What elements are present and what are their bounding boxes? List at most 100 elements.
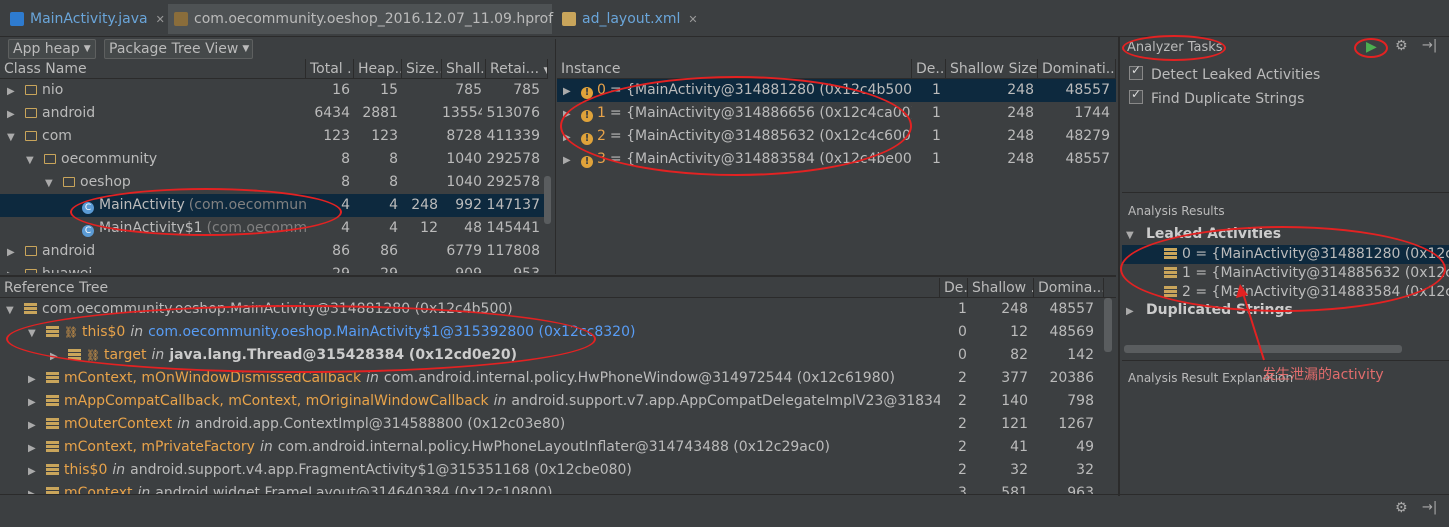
col-size[interactable]: Size... — [402, 59, 442, 79]
tree-row[interactable]: ▶ mContext in android.widget.FrameLayout@31… — [0, 482, 1104, 494]
col-reference-tree[interactable]: Reference Tree — [0, 278, 940, 298]
field-icon — [46, 418, 59, 429]
expand-right-icon[interactable]: ▶ — [1126, 306, 1138, 317]
cell-total: 86 — [332, 243, 350, 259]
hide-panel-icon[interactable]: →| — [1422, 38, 1437, 53]
expand-right-icon[interactable]: ▶ — [28, 368, 40, 390]
chevron-down-icon: ▼ — [83, 44, 91, 54]
expand-right-icon[interactable]: ▶ — [7, 103, 19, 125]
view-dropdown[interactable]: Package Tree View ▼ — [104, 39, 253, 59]
chevron-down-icon: ▼ — [242, 44, 250, 54]
col-dominating[interactable]: Dominati... — [1038, 59, 1116, 79]
close-icon[interactable]: ✕ — [688, 13, 697, 26]
expand-right-icon[interactable]: ▶ — [28, 391, 40, 413]
task-label: Find Duplicate Strings — [1151, 91, 1305, 107]
cell-heap: 4 — [389, 220, 398, 236]
cell-total: 6434 — [314, 105, 350, 121]
col-shallow-size[interactable]: Shallow Size — [946, 59, 1038, 79]
package-folder-icon — [25, 131, 37, 141]
java-file-icon — [10, 12, 24, 26]
cell-retained: 292578 — [486, 151, 540, 167]
cell-shallow: 82 — [1010, 347, 1028, 363]
expand-right-icon[interactable]: ▶ — [28, 437, 40, 459]
in-keyword: in — [366, 370, 379, 386]
checkbox-checked-icon[interactable] — [1129, 63, 1143, 80]
table-row[interactable]: ▼ com 123 123 8728 411339 — [0, 125, 548, 148]
expand-right-icon[interactable]: ▶ — [7, 241, 19, 263]
analysis-results-title: Analysis Results — [1128, 204, 1225, 218]
tree-row[interactable]: ▶ mOuterContext in android.app.ContextImpl@… — [0, 413, 1104, 436]
table-row[interactable]: ▶ huawei 29 29 909 953 — [0, 263, 548, 273]
package-folder-icon — [44, 154, 56, 164]
class-label: oecommunity — [61, 151, 158, 167]
col-heap[interactable]: Heap... — [354, 59, 402, 79]
expand-down-icon[interactable]: ▼ — [26, 149, 38, 171]
expand-right-icon[interactable]: ▶ — [563, 80, 575, 102]
tree-row[interactable]: ▶ this$0 in android.support.v4.app.Fragment… — [0, 459, 1104, 482]
cell-heap: 4 — [389, 197, 398, 213]
cell-dominating: 1744 — [1074, 105, 1110, 121]
heap-dropdown[interactable]: App heap ▼ — [8, 39, 96, 59]
hide-panel-icon[interactable]: →| — [1422, 500, 1437, 515]
cell-retained: 953 — [486, 263, 540, 273]
expand-right-icon[interactable]: ▶ — [28, 414, 40, 436]
in-keyword: in — [137, 485, 151, 494]
reference-tree-scrollbar[interactable] — [1104, 298, 1112, 352]
col-depth[interactable]: De... — [940, 278, 968, 298]
expand-right-icon[interactable]: ▶ — [28, 460, 40, 482]
in-keyword: in — [177, 416, 190, 432]
field-name: mContext, mPrivateFactory — [64, 439, 255, 455]
table-row[interactable]: ▶ android 6434 2881 135541513076 — [0, 102, 548, 125]
task-detect-leaked[interactable]: Detect Leaked Activities — [1129, 63, 1320, 83]
col-shallow[interactable]: Shall... — [442, 59, 486, 79]
tree-row[interactable]: ▶ mAppCompatCallback, mContext, mOriginal… — [0, 390, 1104, 413]
expand-down-icon[interactable]: ▼ — [7, 126, 19, 148]
cell-shallow: 785 — [455, 82, 482, 98]
expand-down-icon[interactable]: ▼ — [6, 299, 18, 321]
in-keyword: in — [493, 393, 507, 409]
package-folder-icon — [25, 246, 37, 256]
expand-down-icon[interactable]: ▼ — [1126, 230, 1138, 241]
divider — [555, 39, 556, 274]
class-label: android — [42, 105, 96, 121]
expand-right-icon[interactable]: ▶ — [563, 149, 575, 171]
class-label: android — [42, 243, 96, 259]
cell-shallow: 248 — [1007, 82, 1034, 98]
cell-total: 29 — [306, 263, 350, 273]
tree-row[interactable]: ▶ mContext, mOnWindowDismissedCallback in c… — [0, 367, 1104, 390]
expand-right-icon[interactable]: ▶ — [7, 80, 19, 102]
col-total[interactable]: Total ... — [306, 59, 354, 79]
close-icon[interactable]: ✕ — [156, 13, 165, 26]
expand-down-icon[interactable]: ▼ — [45, 172, 57, 194]
tab-ad-layout-xml[interactable]: ad_layout.xml ✕ — [556, 4, 698, 34]
tab-hprof[interactable]: com.oecommunity.oeshop_2016.12.07_11.09.… — [168, 4, 570, 34]
task-find-duplicate[interactable]: Find Duplicate Strings — [1129, 87, 1305, 107]
cell-shallow: 140 — [1001, 393, 1028, 409]
cell-size — [402, 148, 438, 171]
divider — [1122, 360, 1449, 361]
tab-mainactivity-java[interactable]: MainActivity.java ✕ — [4, 4, 165, 34]
package-folder-icon — [63, 177, 75, 187]
field-icon — [46, 372, 59, 383]
col-depth[interactable]: De... — [912, 59, 946, 79]
cell-retained: 785 — [513, 82, 540, 98]
table-row[interactable]: ▶ android 86 86 6779 117808 — [0, 240, 548, 263]
tree-row[interactable]: ▶ mContext, mPrivateFactory in com.android.… — [0, 436, 1104, 459]
col-class-name[interactable]: Class Name — [0, 59, 306, 79]
hprof-file-icon — [174, 12, 188, 26]
class-table-scrollbar[interactable] — [544, 176, 551, 224]
col-dominating[interactable]: Domina... — [1034, 278, 1104, 298]
cell-total: 8 — [341, 174, 350, 190]
expand-right-icon[interactable]: ▶ — [7, 264, 19, 273]
col-shallow[interactable]: Shallow ... — [968, 278, 1034, 298]
warning-icon: ! — [581, 156, 593, 168]
expand-right-icon[interactable]: ▶ — [28, 483, 40, 494]
gear-icon[interactable]: ⚙ — [1395, 38, 1408, 54]
table-row[interactable]: ▼ oecommunity 8 8 1040 292578 — [0, 148, 548, 171]
cell-dominating: 963 — [1067, 485, 1094, 494]
gear-icon[interactable]: ⚙ — [1395, 500, 1408, 516]
col-retained[interactable]: Retai... ▼ — [486, 59, 548, 79]
checkbox-checked-icon[interactable] — [1129, 87, 1143, 104]
table-row[interactable]: ▶ nio 16 15 785 785 — [0, 79, 548, 102]
reference-target: android.app.ContextImpl@314588800 (0x12c… — [195, 416, 566, 432]
